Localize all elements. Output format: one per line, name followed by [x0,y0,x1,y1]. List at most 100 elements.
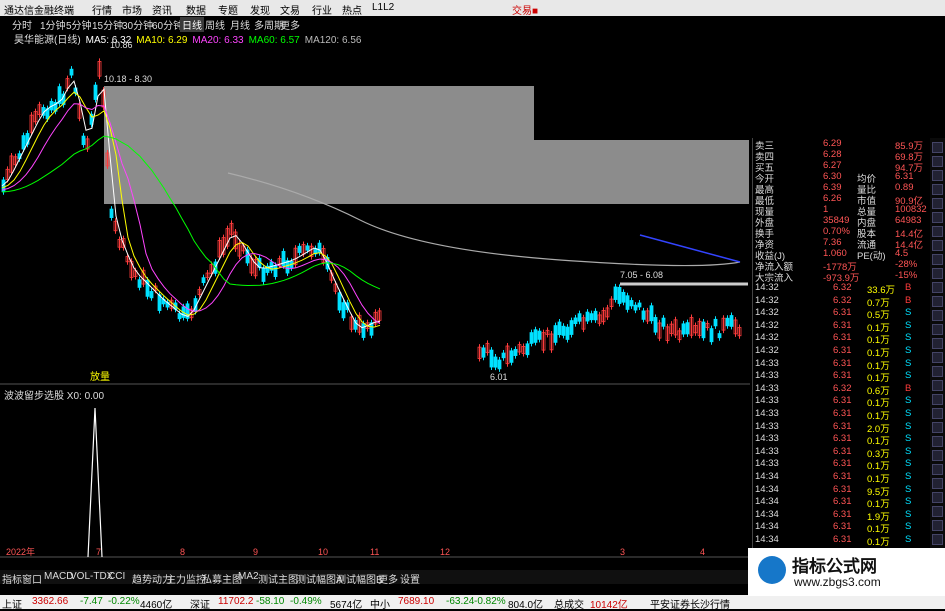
indicator-tab[interactable]: CCI [108,571,125,582]
menu-item[interactable]: 数据 [186,2,206,17]
trade-row: 14:32 6.31 0.1万 S [753,320,931,334]
candle-body [273,265,278,278]
menu-item[interactable]: 发现 [250,2,270,17]
side-tool-icon[interactable] [932,310,943,321]
quote-value: 35849 [823,215,850,226]
side-tool-icon[interactable] [932,506,943,517]
ticker-value: 7689.10 [398,596,435,607]
side-tool-icon[interactable] [932,296,943,307]
side-tool-icon[interactable] [932,198,943,209]
side-tool-icon[interactable] [932,240,943,251]
menu-item[interactable]: 行业 [312,2,332,17]
side-tool-icon[interactable] [932,478,943,489]
candle-body [637,302,642,308]
indicator-tab[interactable]: 测试主图 [258,571,298,586]
trade-row: 14:34 6.31 1.9万 S [753,508,931,523]
candle-body [21,135,26,150]
side-tool-icon[interactable] [932,450,943,461]
menu-item[interactable]: L1L2 [372,2,394,13]
quote-value: 100832 [895,204,927,215]
trade-time: 14:33 [755,433,779,445]
trade-side: S [905,458,912,470]
trade-time: 14:34 [755,534,779,545]
candle-body [201,277,206,284]
side-tool-icon[interactable] [932,534,943,545]
candle-body [533,329,538,343]
quote-row: 收益(J) 1.060 PE(动) 4.5 [753,248,931,262]
candle-body [553,325,558,343]
side-tool-icon[interactable] [932,352,943,363]
side-tool-icon[interactable] [932,170,943,181]
side-tool-icon[interactable] [932,212,943,223]
candle-body [297,245,302,253]
date-tick: 8 [180,547,185,557]
ma-line-blue [639,234,741,263]
candle-body [481,347,486,358]
trade-link[interactable]: 交易■ [512,2,538,17]
trade-side: S [905,521,912,533]
indicator-tab[interactable]: 指标 [2,571,22,586]
trade-side: S [905,471,912,482]
side-tool-icon[interactable] [932,268,943,279]
side-tool-icon[interactable] [932,366,943,377]
menu-item[interactable]: 行情 [92,2,112,17]
trade-row: 14:32 6.31 0.5万 S [753,307,931,321]
right-toolbar[interactable] [930,138,945,568]
side-tool-icon[interactable] [932,184,943,195]
indicator-tab[interactable]: VOL-TDX [70,571,113,582]
indicator-tab[interactable]: 窗口 [22,571,42,586]
candle-body [361,323,366,338]
trade-price: 6.31 [833,332,852,344]
indicator-tab[interactable]: 更多 [378,571,398,586]
candle-body [661,317,666,327]
trade-row: 14:33 6.31 2.0万 S [753,420,931,435]
trade-row: 14:34 6.31 0.1万 S [753,521,931,535]
side-tool-icon[interactable] [932,142,943,153]
trade-side: S [905,420,912,432]
menu-item[interactable]: 文易 [280,2,300,17]
quote-row: 现量 1 总量 100832 [753,204,931,218]
side-tool-icon[interactable] [932,394,943,405]
trade-price: 6.31 [833,458,852,470]
trade-price: 6.31 [833,445,852,457]
candle-body [681,323,686,335]
candle-body [593,310,598,321]
candle-body [493,356,498,368]
kline-chart[interactable]: 9.008.508.007.507.006.506.001.000.900.80… [0,30,760,560]
indicator-tab[interactable]: 主力监控 [166,571,206,586]
side-tool-icon[interactable] [932,156,943,167]
trade-row: 14:32 6.32 33.6万 B [753,282,931,296]
indicator-tab[interactable]: MA2 [238,571,259,582]
side-tool-icon[interactable] [932,492,943,503]
trade-price: 6.31 [833,345,852,356]
menu-item[interactable]: 市场 [122,2,142,17]
candle-body [509,350,514,363]
side-tool-icon[interactable] [932,380,943,391]
trade-side: S [905,534,912,545]
side-tool-icon[interactable] [932,520,943,531]
side-tool-icon[interactable] [932,282,943,293]
side-tool-icon[interactable] [932,338,943,349]
trade-price: 6.31 [833,496,852,508]
side-tool-icon[interactable] [932,226,943,237]
menu-item[interactable]: 资讯 [152,2,172,17]
side-tool-icon[interactable] [932,422,943,433]
candle-body [685,322,690,335]
trade-price: 6.31 [833,508,852,520]
ticker-value: 3362.66 [32,596,69,607]
quote-value: 6.28 [823,149,842,160]
side-tool-icon[interactable] [932,254,943,265]
indicator-tab[interactable]: 测试幅图B [336,571,383,586]
indicator-tab[interactable]: 设置 [400,571,420,586]
indicator-tab[interactable]: 私募主图 [202,571,242,586]
side-tool-icon[interactable] [932,408,943,419]
side-tool-icon[interactable] [932,436,943,447]
trade-time: 14:33 [755,357,779,369]
candle-body [621,291,626,303]
menu-item[interactable]: 热点 [342,2,362,17]
side-tool-icon[interactable] [932,464,943,475]
side-tool-icon[interactable] [932,324,943,335]
trade-volume: 0.1万 [867,537,890,548]
menu-item[interactable]: 专题 [218,2,238,17]
watermark: 指标公式网 www.zbgs3.com [748,548,945,596]
